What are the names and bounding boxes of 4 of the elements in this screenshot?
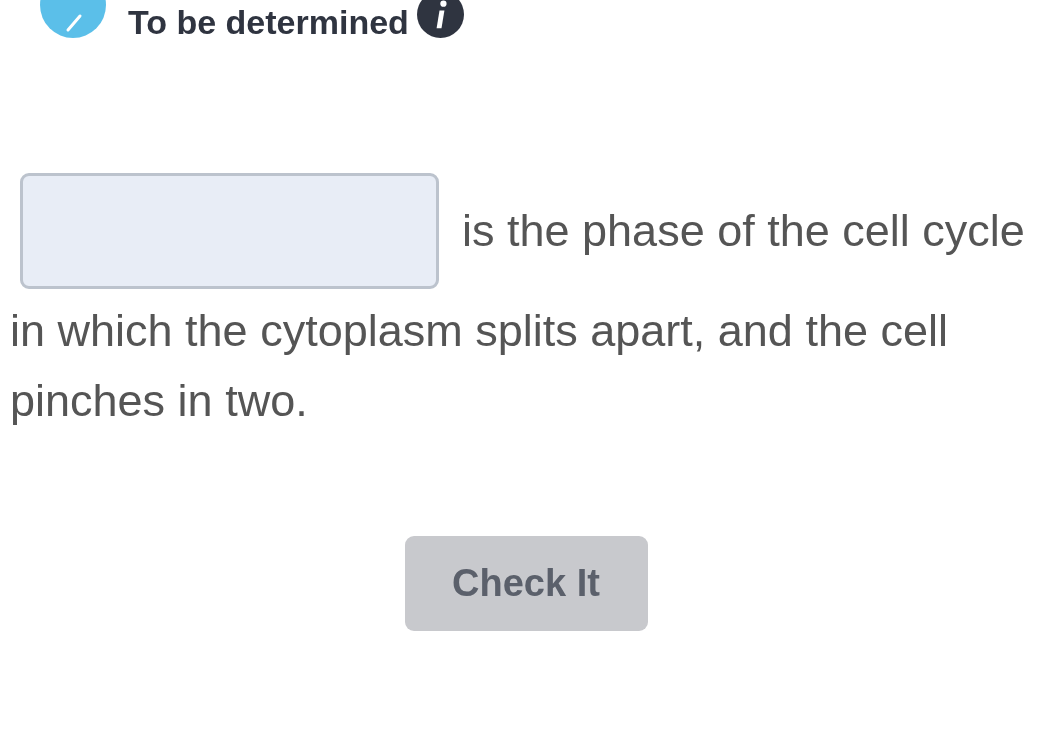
question-text: in which the cytoplasm splits apart, and the cell pinches in two.	[10, 305, 948, 426]
header-title: To be determined	[128, 5, 409, 39]
question-text: is the phase of the cell cycle	[462, 204, 1025, 258]
info-icon[interactable]	[416, 0, 464, 38]
